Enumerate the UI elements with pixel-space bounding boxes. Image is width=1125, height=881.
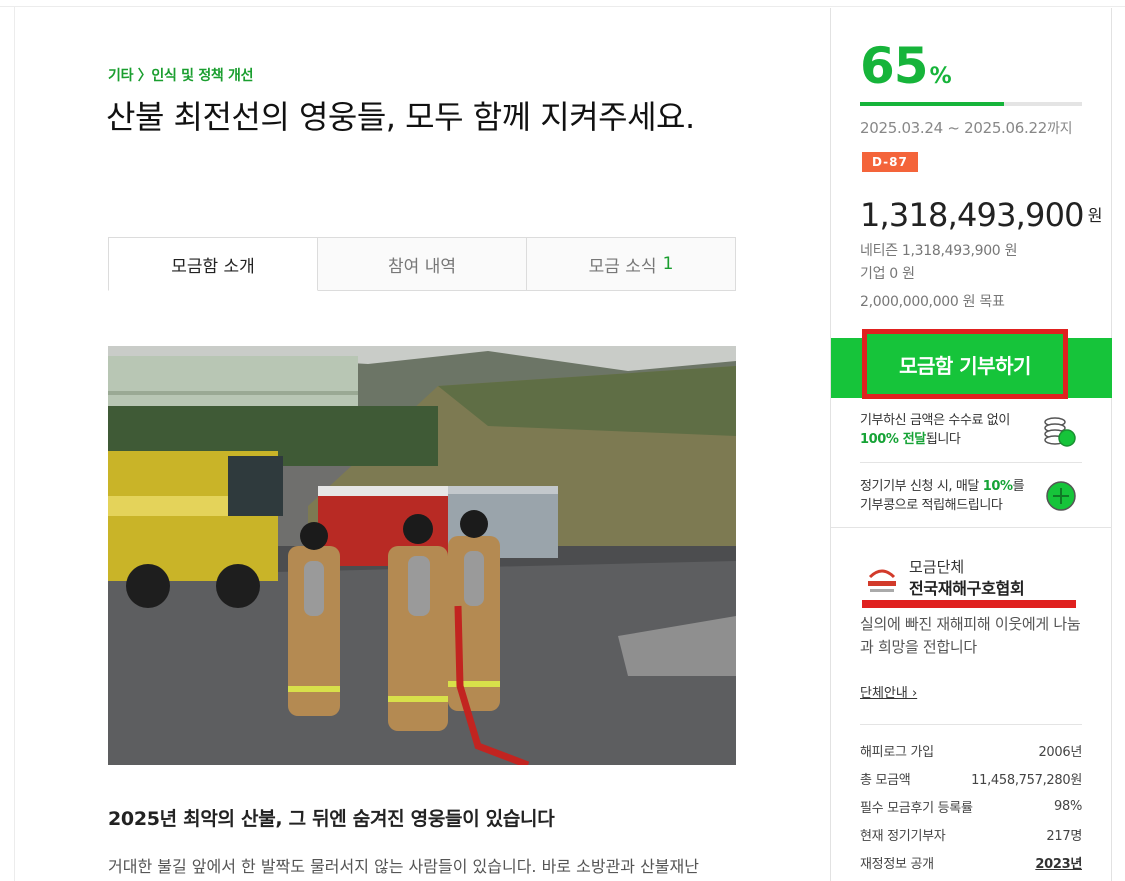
stat-row-regular-donors: 현재 정기기부자 217명 [860,820,1082,848]
progress-percent: 65% [860,36,952,107]
sidebar-divider [860,462,1082,463]
org-logo-icon [868,569,896,592]
top-divider [0,0,1125,7]
donate-button[interactable]: 모금함 기부하기 [862,329,1068,399]
fee-info-bold: 100% 전달 [860,432,926,447]
tab-news-label: 모금 소식 [588,256,657,277]
stat-value: 217명 [1046,828,1082,844]
tab-participation[interactable]: 참여 내역 [318,237,527,291]
stat-label: 현재 정기기부자 [860,828,946,844]
tab-news-count: 1 [662,254,674,274]
tab-participation-label: 참여 내역 [388,256,456,277]
stat-value: 98% [1054,798,1082,814]
raised-amount: 1,318,493,900 원 [860,196,1102,234]
stat-row-total: 총 모금액 11,458,757,280원 [860,764,1082,792]
campaign-category[interactable]: 기타 〉인식 및 정책 개선 [108,65,254,85]
company-amount: 기업 0 원 [860,266,915,282]
progress-percent-unit: % [929,64,952,89]
regular-info-text-b: 를 [1012,479,1025,494]
progress-percent-value: 65 [860,37,929,95]
regular-info-bold: 10% [982,479,1013,494]
regular-info-line2: 기부콩으로 적립해드립니다 [860,498,1003,513]
fee-info-line2: 됩니다 [925,432,961,447]
raised-amount-unit: 원 [1087,206,1103,225]
fee-info-line1: 기부하신 금액은 수수료 없이 [860,413,1010,428]
stat-value: 11,458,757,280원 [971,772,1082,788]
tab-news[interactable]: 모금 소식 1 [527,237,736,291]
org-highlight [862,600,1076,608]
finance-info-link[interactable]: 2023년 [1035,853,1082,872]
tab-intro-label: 모금함 소개 [171,256,255,277]
stat-row-joined: 해피로그 가입 2006년 [860,736,1082,764]
stat-row-finance: 재정정보 공개 2023년 [860,848,1082,876]
campaign-photo [108,346,736,765]
progress-bar [860,102,1082,106]
firefighters-image [108,346,736,765]
stat-label: 총 모금액 [860,772,911,788]
article-heading: 2025년 최악의 산불, 그 뒤엔 숨겨진 영웅들이 있습니다 [108,808,555,830]
article-body: 거대한 불길 앞에서 한 발짝도 물러서지 않는 사람들이 있습니다. 바로 소… [108,857,699,876]
org-label: 모금단체 [909,558,965,576]
dday-badge: D-87 [862,152,918,172]
netizen-amount: 네티즌 1,318,493,900 원 [860,243,1018,259]
campaign-tabs: 모금함 소개 참여 내역 모금 소식 1 [108,237,736,291]
stat-row-review-rate: 필수 모금후기 등록률 98% [860,792,1082,820]
stat-label: 필수 모금후기 등록률 [860,800,973,816]
regular-info-text-a: 정기기부 신청 시, 매달 [860,479,983,494]
bean-icon [1046,481,1076,511]
progress-bar-fill [860,102,1005,106]
campaign-main: 기타 〉인식 및 정책 개선 산불 최전선의 영웅들, 모두 함께 지켜주세요.… [15,8,830,881]
stat-label: 재정정보 공개 [860,856,934,872]
org-info-link[interactable]: 단체안내 › [860,682,917,701]
sidebar-section-divider [831,527,1112,528]
org-description: 실의에 빠진 재해피해 이웃에게 나눔과 희망을 전합니다 [860,615,1081,656]
coins-icon [1044,417,1076,447]
stat-label: 해피로그 가입 [860,744,934,760]
goal-amount: 2,000,000,000 원 목표 [860,294,1005,310]
campaign-period-suffix: 까지 [1046,121,1073,137]
org-stats: 해피로그 가입 2006년 총 모금액 11,458,757,280원 필수 모… [860,736,1082,876]
stats-divider [860,724,1082,725]
donate-bar: 모금함 기부하기 [831,329,1112,399]
donation-sidebar: 65% 2025.03.24 ~ 2025.06.22까지 D-87 1,318… [830,8,1112,881]
org-name[interactable]: 전국재해구호협회 [909,575,1025,599]
campaign-title: 산불 최전선의 영웅들, 모두 함께 지켜주세요. [106,98,695,136]
tab-intro[interactable]: 모금함 소개 [108,237,318,291]
stat-value: 2006년 [1038,744,1082,760]
campaign-period: 2025.03.24 ~ 2025.06.22까지 [860,118,1072,138]
campaign-period-dates: 2025.03.24 ~ 2025.06.22 [860,119,1047,137]
raised-amount-value: 1,318,493,900 [860,196,1085,234]
